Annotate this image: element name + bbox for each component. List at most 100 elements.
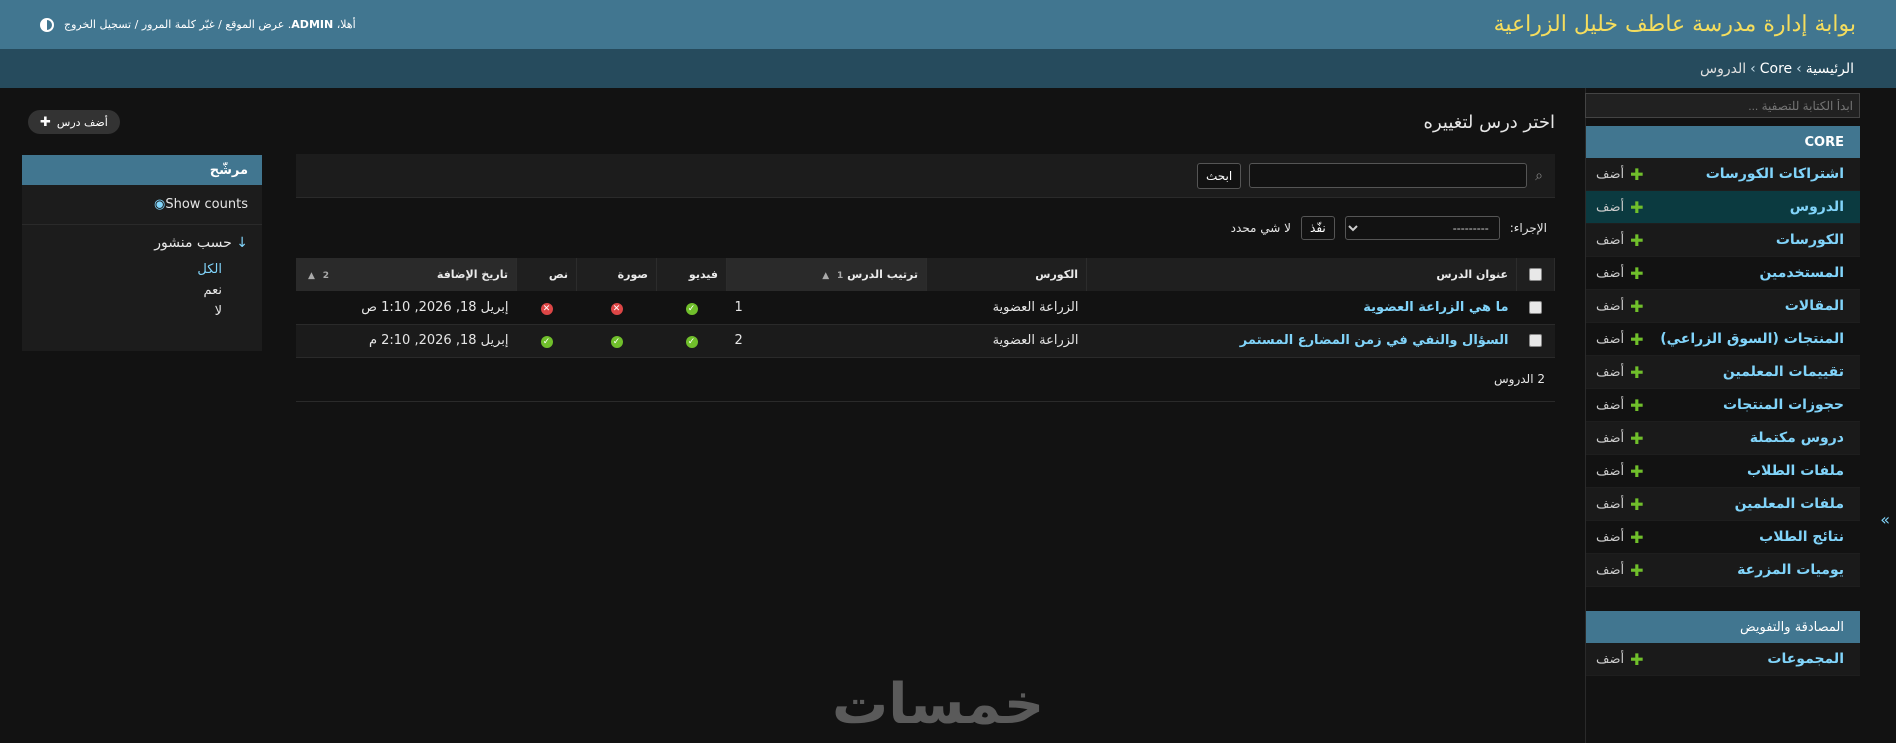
filter-option[interactable]: الكل xyxy=(22,259,248,280)
column-course[interactable]: الكورس xyxy=(926,258,1087,291)
sidebar-add-link[interactable]: ✚ أضف xyxy=(1596,264,1644,283)
auth-model-list: المجموعات ✚ أضف xyxy=(1586,643,1860,676)
breadcrumb-app[interactable]: Core xyxy=(1760,61,1792,77)
sidebar-item-label[interactable]: المجموعات xyxy=(1767,651,1844,667)
sidebar-add-link[interactable]: ✚ أضف xyxy=(1596,462,1644,481)
sidebar-item-label[interactable]: ملفات الطلاب xyxy=(1747,463,1844,479)
changelist: ⌕ ابحث الإجراء: --------- نفّذ لا شي محد… xyxy=(296,154,1555,402)
sidebar-item-label[interactable]: المنتجات (السوق الزراعي) xyxy=(1660,331,1844,347)
sidebar-item-label[interactable]: الكورسات xyxy=(1776,232,1844,248)
plus-icon: ✚ xyxy=(1630,164,1644,184)
site-title[interactable]: بوابة إدارة مدرسة عاطف خليل الزراعية xyxy=(1494,12,1856,37)
sidebar-item-label[interactable]: دروس مكتملة xyxy=(1750,430,1844,446)
nav-sidebar: CORE اشتراكات الكورسات✚أضفالدروس✚أضفالكو… xyxy=(1585,88,1860,743)
sort-ascending-icon[interactable]: ▲ xyxy=(308,271,315,281)
column-video[interactable]: فيديو xyxy=(656,258,727,291)
order-cell: 2 xyxy=(726,324,927,358)
sidebar-item-label[interactable]: نتائج الطلاب xyxy=(1759,529,1844,545)
sidebar-item-label[interactable]: اشتراكات الكورسات xyxy=(1706,166,1844,182)
add-label: أضف xyxy=(1596,232,1625,248)
plus-icon: ✚ xyxy=(1630,395,1644,415)
plus-icon: ✚ xyxy=(1630,362,1644,382)
column-text[interactable]: نص xyxy=(516,258,577,291)
sidebar-add-link[interactable]: ✚ أضف xyxy=(1596,396,1644,415)
no-icon: ✕ xyxy=(540,302,553,315)
filter-option[interactable]: نعم xyxy=(22,280,248,301)
nav-filter-input[interactable] xyxy=(1585,93,1860,118)
view-site-link[interactable]: عرض الموقع xyxy=(225,18,284,31)
filter-heading: مرشّح xyxy=(22,155,262,185)
sidebar-add-link[interactable]: ✚ أضف xyxy=(1596,297,1644,316)
column-order[interactable]: ترتيب الدرس 1 ▲ xyxy=(726,258,927,291)
search-input[interactable] xyxy=(1249,163,1528,188)
theme-toggle-icon[interactable] xyxy=(40,17,54,32)
module-caption-auth[interactable]: المصادقة والتفويض xyxy=(1586,611,1860,643)
sidebar-toggle-icon[interactable]: « xyxy=(1880,510,1890,529)
sidebar-add-link[interactable]: ✚ أضف xyxy=(1596,165,1644,184)
lesson-title-link[interactable]: السؤال والنفي في زمن المضارع المستمر xyxy=(1240,333,1509,348)
add-label: أضف xyxy=(1596,463,1625,479)
sidebar-item: الدروس ✚ أضف xyxy=(1586,191,1860,224)
username: ADMIN xyxy=(291,18,334,31)
sidebar-add-link[interactable]: ✚ أضف xyxy=(1596,561,1644,580)
sidebar-item-label[interactable]: يوميات المزرعة xyxy=(1737,562,1844,578)
image-cell: ✓ xyxy=(576,324,657,358)
add-label: أضف xyxy=(1596,265,1625,281)
results-body: ما هي الزراعة العضوية الزراعة العضوية 1 ✓ ✕ ✕… xyxy=(296,291,1555,358)
sidebar-item-label[interactable]: المستخدمين xyxy=(1759,265,1844,281)
user-tools-links: أهلا، ADMIN. عرض الموقع / غيّر كلمة المر… xyxy=(64,18,356,31)
column-image[interactable]: صورة xyxy=(576,258,657,291)
sidebar-item: نتائج الطلاب ✚ أضف xyxy=(1586,521,1860,554)
lesson-title-link[interactable]: ما هي الزراعة العضوية xyxy=(1363,300,1508,315)
show-counts-link[interactable]: Show counts ◉ xyxy=(22,185,262,225)
sidebar-add-link[interactable]: ✚ أضف xyxy=(1596,231,1644,250)
sidebar-item-label[interactable]: حجوزات المنتجات xyxy=(1723,397,1844,413)
plus-icon: ✚ xyxy=(1630,560,1644,580)
change-password-link[interactable]: غيّر كلمة المرور xyxy=(142,18,215,31)
filter-options: الكل نعم لا xyxy=(22,255,262,322)
sidebar-add-link[interactable]: ✚ أضف xyxy=(1596,650,1644,669)
plus-icon: ✚ xyxy=(40,114,51,130)
go-button[interactable]: نفّذ xyxy=(1301,216,1335,240)
image-cell: ✕ xyxy=(576,291,657,325)
sidebar-item-label[interactable]: المقالات xyxy=(1785,298,1844,314)
sidebar-add-link[interactable]: ✚ أضف xyxy=(1596,198,1644,217)
sort-ascending-icon[interactable]: ▲ xyxy=(822,271,829,281)
logout-link[interactable]: تسجيل الخروج xyxy=(64,18,131,31)
select-all-checkbox[interactable] xyxy=(1529,268,1542,282)
plus-icon: ✚ xyxy=(1630,296,1644,316)
sidebar-item-label[interactable]: ملفات المعلمين xyxy=(1735,496,1844,512)
search-button[interactable]: ابحث xyxy=(1196,162,1242,189)
no-icon: ✕ xyxy=(610,302,623,315)
filter-option-label[interactable]: نعم xyxy=(203,283,222,298)
breadcrumb-home[interactable]: الرئيسية xyxy=(1806,61,1854,77)
video-cell: ✓ xyxy=(656,324,727,358)
column-date[interactable]: تاريخ الإضافة 2 ▲ xyxy=(296,258,517,291)
plus-icon: ✚ xyxy=(1630,197,1644,217)
video-cell: ✓ xyxy=(656,291,727,325)
sidebar-item-label[interactable]: تقييمات المعلمين xyxy=(1723,364,1844,380)
sidebar-add-link[interactable]: ✚ أضف xyxy=(1596,429,1644,448)
filter-option[interactable]: لا xyxy=(22,301,248,322)
add-lesson-button[interactable]: أضف درس ✚ xyxy=(28,110,120,134)
filter-option-label[interactable]: الكل xyxy=(197,262,222,277)
module-caption-core[interactable]: CORE xyxy=(1586,126,1860,158)
sidebar-item-label[interactable]: الدروس xyxy=(1790,199,1844,215)
sidebar-add-link[interactable]: ✚ أضف xyxy=(1596,528,1644,547)
column-title[interactable]: عنوان الدرس xyxy=(1086,258,1517,291)
order-cell: 1 xyxy=(726,291,927,325)
filter-option-label[interactable]: لا xyxy=(215,304,222,319)
table-row: السؤال والنفي في زمن المضارع المستمر الزر… xyxy=(296,324,1555,358)
row-checkbox[interactable] xyxy=(1529,300,1542,314)
sidebar-add-link[interactable]: ✚ أضف xyxy=(1596,330,1644,349)
separator: / xyxy=(218,18,222,31)
text-cell: ✓ xyxy=(516,324,577,358)
sidebar-add-link[interactable]: ✚ أضف xyxy=(1596,495,1644,514)
action-label: الإجراء: xyxy=(1509,221,1547,235)
date-cell: إبريل 18, 2026, 1:10 ص xyxy=(296,291,517,325)
filter-by-published[interactable]: ↓ حسب منشور xyxy=(22,225,262,255)
row-checkbox[interactable] xyxy=(1529,334,1542,347)
action-select[interactable]: --------- xyxy=(1344,216,1500,240)
breadcrumb-current: الدروس xyxy=(1700,60,1747,77)
sidebar-add-link[interactable]: ✚ أضف xyxy=(1596,363,1644,382)
